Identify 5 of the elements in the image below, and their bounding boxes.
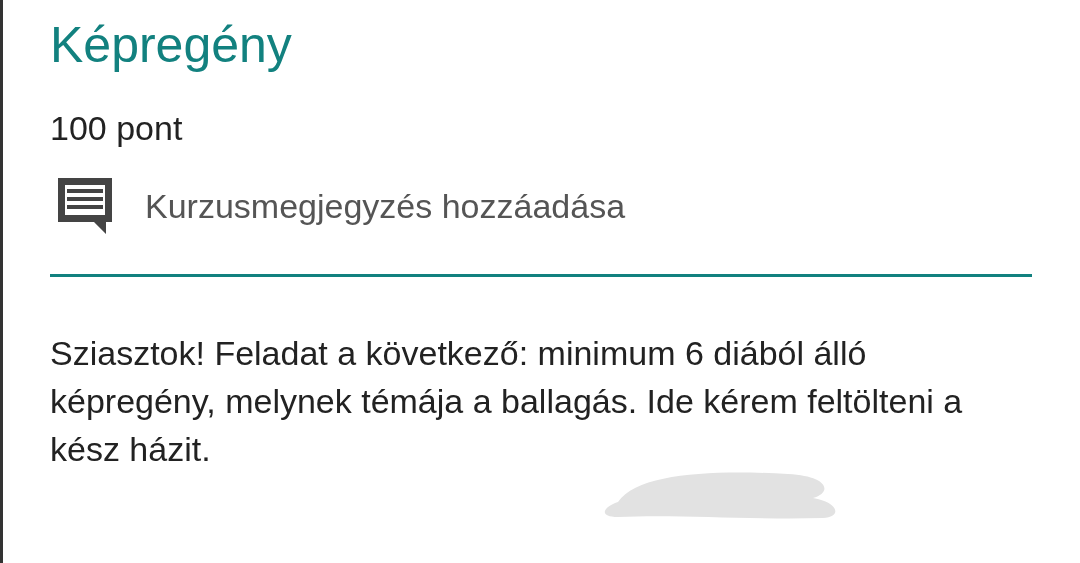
comment-icon <box>55 176 115 236</box>
assignment-title: Képregény <box>50 16 293 75</box>
points-label: 100 pont <box>50 108 184 149</box>
assignment-description: Sziasztok! Feladat a következő: minimum 6 diából álló képregény, melynek témája a ballagás. Ide kérem feltölteni a kész házit. <box>50 333 964 470</box>
add-comment-button[interactable]: Kurzusmegjegyzés hozzáadása <box>55 176 626 236</box>
